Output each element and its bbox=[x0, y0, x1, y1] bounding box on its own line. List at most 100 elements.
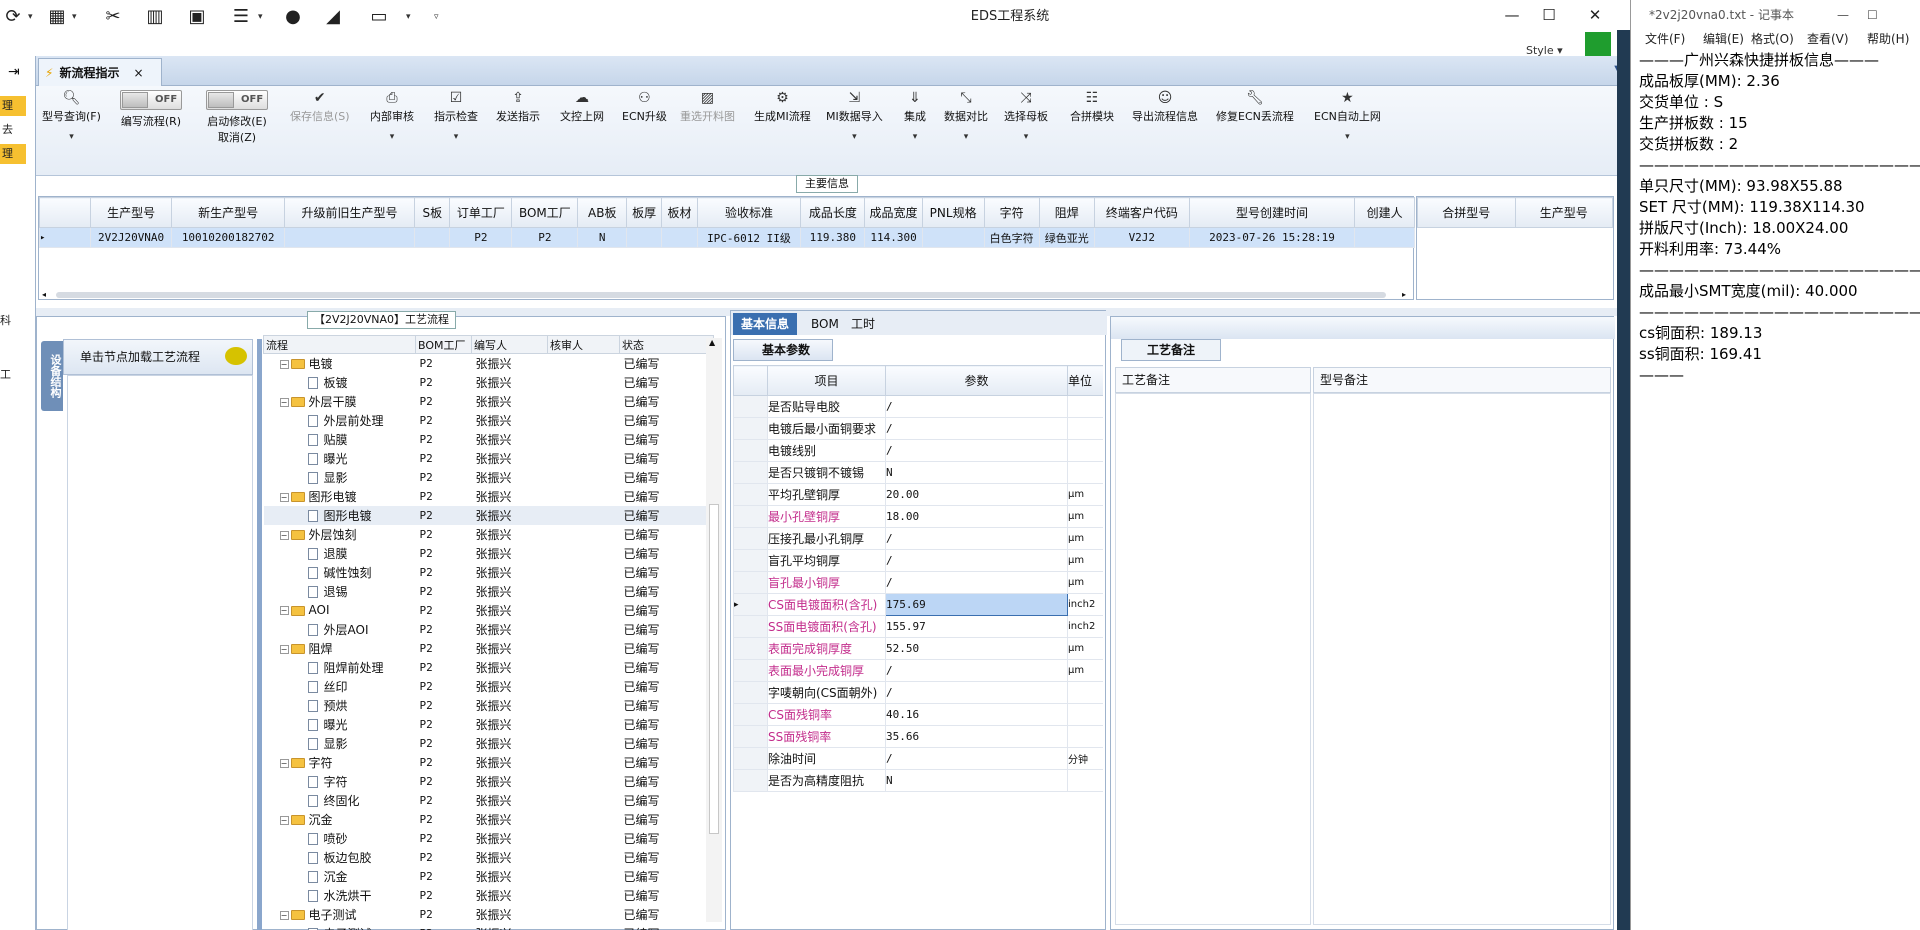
tree-row[interactable]: − 阻焊 P2 张振兴 已编写 bbox=[264, 639, 714, 658]
tree-row[interactable]: 显影 P2 张振兴 已编写 bbox=[264, 468, 714, 487]
collapse-icon[interactable]: − bbox=[279, 644, 289, 654]
param-value[interactable]: / bbox=[885, 439, 1068, 462]
chevron-down-icon[interactable]: ▾ bbox=[72, 12, 77, 22]
table-row[interactable]: 字唛朝向(CS面朝外) / bbox=[733, 681, 1103, 704]
collapse-icon[interactable]: − bbox=[279, 910, 289, 920]
tree-row[interactable]: 丝印 P2 张振兴 已编写 bbox=[264, 677, 714, 696]
data-compare-button[interactable]: ⤡ 数据对比 ▾ bbox=[944, 90, 988, 142]
start-modify-toggle[interactable]: OFF 启动修改(E) 取消(Z) bbox=[206, 90, 268, 145]
column-header[interactable]: S板 bbox=[414, 197, 451, 228]
collapse-icon[interactable]: − bbox=[279, 397, 289, 407]
column-header[interactable]: 成品宽度 bbox=[864, 197, 923, 228]
column-header[interactable]: 阻焊 bbox=[1038, 197, 1095, 228]
table-row[interactable]: 压接孔最小孔铜厚 / μm bbox=[733, 527, 1103, 550]
table-cell[interactable]: P2 bbox=[511, 227, 579, 248]
param-value[interactable]: / bbox=[885, 681, 1068, 704]
param-value[interactable]: / bbox=[885, 571, 1068, 594]
left-nav-item[interactable]: 理 bbox=[0, 96, 26, 116]
column-header[interactable]: 型号备注 bbox=[1313, 367, 1611, 393]
row-indicator[interactable] bbox=[733, 747, 768, 770]
tree-row[interactable]: 水洗烘干 P2 张振兴 已编写 bbox=[264, 886, 714, 905]
table-row[interactable]: 是否只镀铜不镀锡 N bbox=[733, 461, 1103, 484]
tree-row[interactable]: − 外层蚀刻 P2 张振兴 已编写 bbox=[264, 525, 714, 544]
ecn-auto-button[interactable]: ★ ECN自动上网 ▾ bbox=[1314, 90, 1381, 142]
column-header[interactable]: 生产型号 bbox=[89, 197, 173, 228]
column-header[interactable]: 板材 bbox=[661, 197, 698, 228]
param-value[interactable]: / bbox=[885, 417, 1068, 440]
row-indicator[interactable] bbox=[733, 505, 768, 528]
user-icon[interactable]: ● bbox=[280, 6, 306, 27]
column-header[interactable]: 板厚 bbox=[626, 197, 663, 228]
row-indicator[interactable] bbox=[733, 681, 768, 704]
monitor-icon[interactable]: ▭ bbox=[366, 6, 392, 27]
table-row[interactable]: 表面最小完成铜厚 / μm bbox=[733, 659, 1103, 682]
menu-format[interactable]: 格式(O) bbox=[1751, 30, 1794, 47]
row-indicator[interactable] bbox=[733, 483, 768, 506]
table-cell[interactable]: 119.380 bbox=[800, 227, 866, 248]
tab-basic-info[interactable]: 基本信息 bbox=[733, 313, 798, 335]
row-indicator[interactable] bbox=[733, 571, 768, 594]
tree-row[interactable]: − 外层干膜 P2 张振兴 已编写 bbox=[264, 392, 714, 411]
menu-help[interactable]: 帮助(H) bbox=[1867, 30, 1909, 47]
tab-basic-params[interactable]: 基本参数 bbox=[733, 339, 833, 361]
tree-row[interactable]: − 电镀 P2 张振兴 已编写 bbox=[264, 354, 714, 373]
refresh-icon[interactable]: ⟳ bbox=[0, 6, 26, 27]
table-row[interactable]: 盲孔平均铜厚 / μm bbox=[733, 549, 1103, 572]
table-row[interactable]: 表面完成铜厚度 52.50 μm bbox=[733, 637, 1103, 660]
table-row[interactable]: ▸ CS面电镀面积(含孔) 175.69 inch2 bbox=[733, 593, 1103, 616]
table-row[interactable]: SS面电镀面积(含孔) 155.97 inch2 bbox=[733, 615, 1103, 638]
collapse-icon[interactable]: − bbox=[279, 606, 289, 615]
tree-row[interactable]: 字符 P2 张振兴 已编写 bbox=[264, 772, 714, 791]
chevron-down-icon[interactable]: ▾ bbox=[28, 12, 33, 22]
table-row[interactable]: 除油时间 / 分钟 bbox=[733, 747, 1103, 770]
left-nav-item[interactable]: 理 bbox=[0, 144, 26, 164]
table-cell[interactable]: 白色字符 bbox=[983, 227, 1040, 248]
tree-row[interactable]: 外层AOI P2 张振兴 已编写 bbox=[264, 620, 714, 639]
table-row[interactable]: 电镀线别 / bbox=[733, 439, 1103, 462]
customize-icon[interactable]: ▿ bbox=[434, 12, 439, 22]
panel-splitter[interactable] bbox=[257, 339, 262, 930]
row-indicator[interactable] bbox=[733, 725, 768, 748]
tree-row[interactable]: 阻焊前处理 P2 张振兴 已编写 bbox=[264, 658, 714, 677]
param-value[interactable]: 35.66 bbox=[885, 725, 1068, 748]
collapse-icon[interactable]: − bbox=[279, 359, 289, 369]
row-indicator[interactable] bbox=[733, 615, 768, 638]
tree-row[interactable]: 板镀 P2 张振兴 已编写 bbox=[264, 373, 714, 392]
save-info-button[interactable]: ✔ 保存信息(S) bbox=[290, 90, 350, 124]
column-header[interactable]: 新生产型号 bbox=[171, 197, 285, 228]
left-nav-item[interactable]: 去 bbox=[0, 120, 26, 140]
table-cell[interactable]: IPC-6012 II级 bbox=[696, 227, 802, 248]
tree-row[interactable]: 贴膜 P2 张振兴 已编写 bbox=[264, 430, 714, 449]
tree-row[interactable]: − AOI P2 张振兴 已编写 bbox=[264, 601, 714, 620]
collapse-icon[interactable]: − bbox=[279, 815, 289, 825]
param-value[interactable]: / bbox=[885, 659, 1068, 682]
maximize-button[interactable]: ☐ bbox=[1867, 0, 1878, 30]
tab-work-hours[interactable]: 工时 bbox=[843, 313, 883, 335]
column-header[interactable]: 项目 bbox=[767, 365, 886, 396]
column-header[interactable]: 升级前旧生产型号 bbox=[283, 197, 416, 228]
table-row[interactable]: 是否为高精度阻抗 N bbox=[733, 769, 1103, 792]
param-value[interactable]: 20.00 bbox=[885, 483, 1068, 506]
menu-view[interactable]: 查看(V) bbox=[1807, 30, 1849, 47]
column-header[interactable]: BOM工厂 bbox=[511, 197, 579, 228]
row-indicator[interactable] bbox=[733, 439, 768, 462]
column-header[interactable]: 终端客户代码 bbox=[1093, 197, 1190, 228]
clipboard-icon[interactable]: ▣ bbox=[184, 6, 210, 27]
table-row[interactable]: 平均孔壁铜厚 20.00 μm bbox=[733, 483, 1103, 506]
table-cell[interactable]: 绿色亚光 bbox=[1038, 227, 1095, 248]
tree-row[interactable]: 碱性蚀刻 P2 张振兴 已编写 bbox=[264, 563, 714, 582]
horizontal-scrollbar[interactable]: ◂ ▸ bbox=[42, 290, 1412, 300]
table-cell[interactable]: 114.300 bbox=[864, 227, 923, 248]
tree-row[interactable]: − 电子测试 P2 张振兴 已编写 bbox=[264, 905, 714, 924]
tree-row[interactable]: 沉金 P2 张振兴 已编写 bbox=[264, 867, 714, 886]
generate-mi-button[interactable]: ⚙ 生成MI流程 bbox=[754, 90, 811, 124]
tree-row[interactable]: 图形电镀 P2 张振兴 已编写 bbox=[263, 505, 714, 525]
tree-row[interactable]: − 沉金 P2 张振兴 已编写 bbox=[264, 810, 714, 829]
table-row[interactable]: SS面残铜率 35.66 bbox=[733, 725, 1103, 748]
panel-module-button[interactable]: ☷ 合拼模块 bbox=[1070, 90, 1114, 124]
row-indicator[interactable]: ▸ bbox=[733, 593, 768, 616]
menu-file[interactable]: 文件(F) bbox=[1645, 30, 1685, 47]
column-header[interactable]: 字符 bbox=[983, 197, 1040, 228]
pin-icon[interactable]: ⇥ bbox=[8, 64, 20, 80]
minimize-button[interactable]: — bbox=[1837, 0, 1849, 30]
